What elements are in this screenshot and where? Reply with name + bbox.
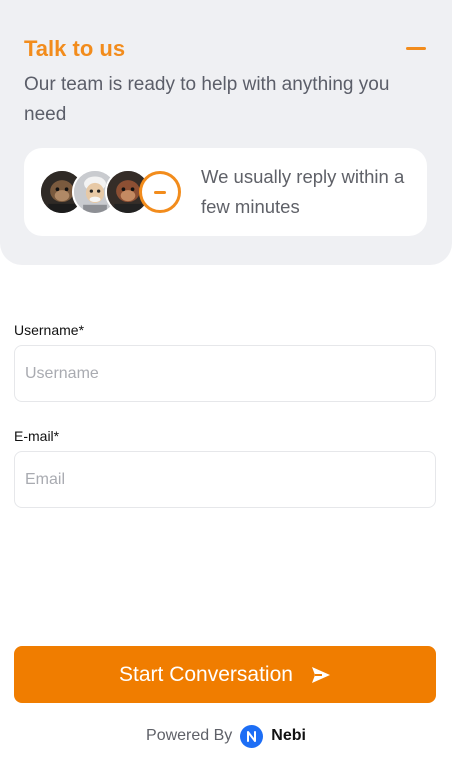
reply-time-card: We usually reply within a few minutes xyxy=(24,148,427,236)
email-label: E-mail* xyxy=(14,428,60,444)
powered-by-text: Powered By xyxy=(146,727,233,744)
minus-icon xyxy=(406,46,426,50)
reply-time-text: We usually reply within a few minutes xyxy=(201,166,405,217)
minus-circle-icon xyxy=(139,171,181,213)
collapse-button[interactable] xyxy=(404,36,428,60)
chat-header: Talk to us Our team is ready to help wit… xyxy=(0,0,452,265)
send-icon xyxy=(311,666,330,683)
nebi-brand-name[interactable]: Nebi xyxy=(271,727,306,745)
header-subtitle: Our team is ready to help with anything … xyxy=(24,74,390,125)
start-conversation-label: Start Conversation xyxy=(119,662,293,686)
username-label: Username* xyxy=(14,322,85,338)
nebi-logo-icon[interactable] xyxy=(240,724,264,748)
username-input[interactable] xyxy=(14,345,436,402)
header-title: Talk to us xyxy=(24,36,126,61)
start-conversation-button[interactable]: Start Conversation xyxy=(14,646,436,703)
email-input[interactable] xyxy=(14,451,436,508)
powered-by: Powered By Nebi xyxy=(0,722,452,750)
team-avatars xyxy=(39,169,184,215)
